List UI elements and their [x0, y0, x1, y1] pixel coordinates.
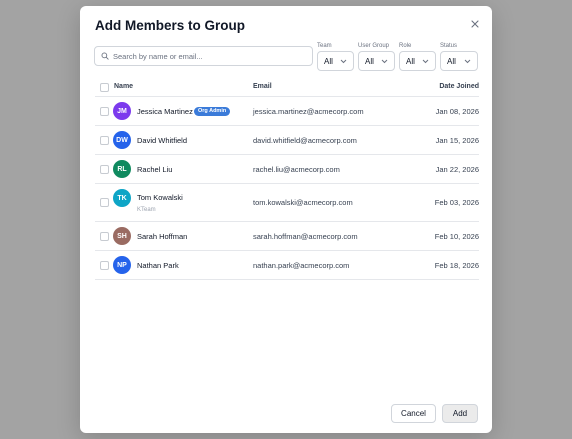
member-name: David Whitfield: [137, 136, 188, 145]
filter-team: Team All: [317, 42, 354, 71]
member-email: rachel.liu@acmecorp.com: [253, 165, 340, 174]
cancel-button[interactable]: Cancel: [391, 404, 436, 423]
column-name: Name: [114, 83, 134, 90]
avatar: NP: [113, 256, 131, 274]
column-date-joined: Date Joined: [439, 83, 479, 90]
member-date-joined: Jan 15, 2026: [435, 136, 479, 145]
search-input[interactable]: [113, 51, 303, 61]
filter-user-group: User Group All: [358, 42, 395, 71]
row-checkbox[interactable]: [100, 198, 109, 207]
role-badge: Org Admin: [194, 106, 231, 116]
member-date-joined: Feb 18, 2026: [434, 261, 479, 270]
chevron-down-icon: [464, 59, 471, 63]
role-select[interactable]: All: [399, 51, 436, 71]
filter-team-label: Team: [317, 43, 332, 49]
member-name: Nathan Park: [137, 261, 179, 270]
member-date-joined: Jan 22, 2026: [435, 165, 479, 174]
row-checkbox[interactable]: [100, 165, 109, 174]
chevron-down-icon: [422, 59, 429, 63]
table-row[interactable]: RL Rachel Liu rachel.liu@acmecorp.com Ja…: [95, 155, 479, 184]
member-name: Sarah Hoffman: [137, 232, 188, 241]
filter-status-label: Status: [440, 43, 458, 49]
filter-status: Status All: [440, 42, 478, 71]
row-checkbox[interactable]: [100, 107, 109, 116]
status-select-value: All: [447, 56, 456, 66]
user-group-select[interactable]: All: [358, 51, 395, 71]
member-team: KTeam: [137, 207, 156, 213]
search-icon: [101, 52, 109, 60]
member-email: nathan.park@acmecorp.com: [253, 261, 350, 270]
member-email: jessica.martinez@acmecorp.com: [253, 107, 364, 116]
filter-role: Role All: [399, 42, 436, 71]
search-field[interactable]: [94, 46, 313, 66]
chevron-down-icon: [340, 59, 347, 63]
avatar: TK: [113, 189, 131, 207]
table-header: Name Email Date Joined: [95, 78, 479, 97]
role-select-value: All: [406, 56, 415, 66]
members-table: Name Email Date Joined JM Jessica Martin…: [95, 78, 479, 280]
member-name: Rachel Liu: [137, 165, 173, 174]
table-row[interactable]: DW David Whitfield david.whitfield@acmec…: [95, 126, 479, 155]
member-email: tom.kowalski@acmecorp.com: [253, 198, 353, 207]
table-row[interactable]: NP Nathan Park nathan.park@acmecorp.com …: [95, 251, 479, 280]
filter-role-label: Role: [399, 43, 412, 49]
column-email: Email: [253, 83, 272, 90]
row-checkbox[interactable]: [100, 232, 109, 241]
table-row[interactable]: TK Tom Kowalski KTeam tom.kowalski@acmec…: [95, 184, 479, 222]
member-name: Tom Kowalski: [137, 193, 183, 202]
user-group-select-value: All: [365, 56, 374, 66]
avatar: SH: [113, 227, 131, 245]
table-row[interactable]: JM Jessica Martinez Org Admin jessica.ma…: [95, 97, 479, 126]
chevron-down-icon: [381, 59, 388, 63]
table-row[interactable]: SH Sarah Hoffman sarah.hoffman@acmecorp.…: [95, 222, 479, 251]
add-button[interactable]: Add: [442, 404, 478, 423]
avatar: DW: [113, 131, 131, 149]
status-select[interactable]: All: [440, 51, 478, 71]
close-icon[interactable]: [469, 17, 481, 29]
dialog-title: Add Members to Group: [95, 18, 246, 33]
filter-user-group-label: User Group: [358, 43, 390, 49]
member-name: Jessica Martinez: [137, 107, 193, 116]
select-all-checkbox[interactable]: [100, 83, 109, 92]
add-members-dialog: Add Members to Group Team All User Group…: [80, 6, 492, 433]
member-email: sarah.hoffman@acmecorp.com: [253, 232, 358, 241]
member-email: david.whitfield@acmecorp.com: [253, 136, 357, 145]
member-date-joined: Feb 10, 2026: [434, 232, 479, 241]
avatar: RL: [113, 160, 131, 178]
row-checkbox[interactable]: [100, 136, 109, 145]
row-checkbox[interactable]: [100, 261, 109, 270]
team-select[interactable]: All: [317, 51, 354, 71]
team-select-value: All: [324, 56, 333, 66]
member-date-joined: Feb 03, 2026: [434, 198, 479, 207]
avatar: JM: [113, 102, 131, 120]
member-date-joined: Jan 08, 2026: [435, 107, 479, 116]
